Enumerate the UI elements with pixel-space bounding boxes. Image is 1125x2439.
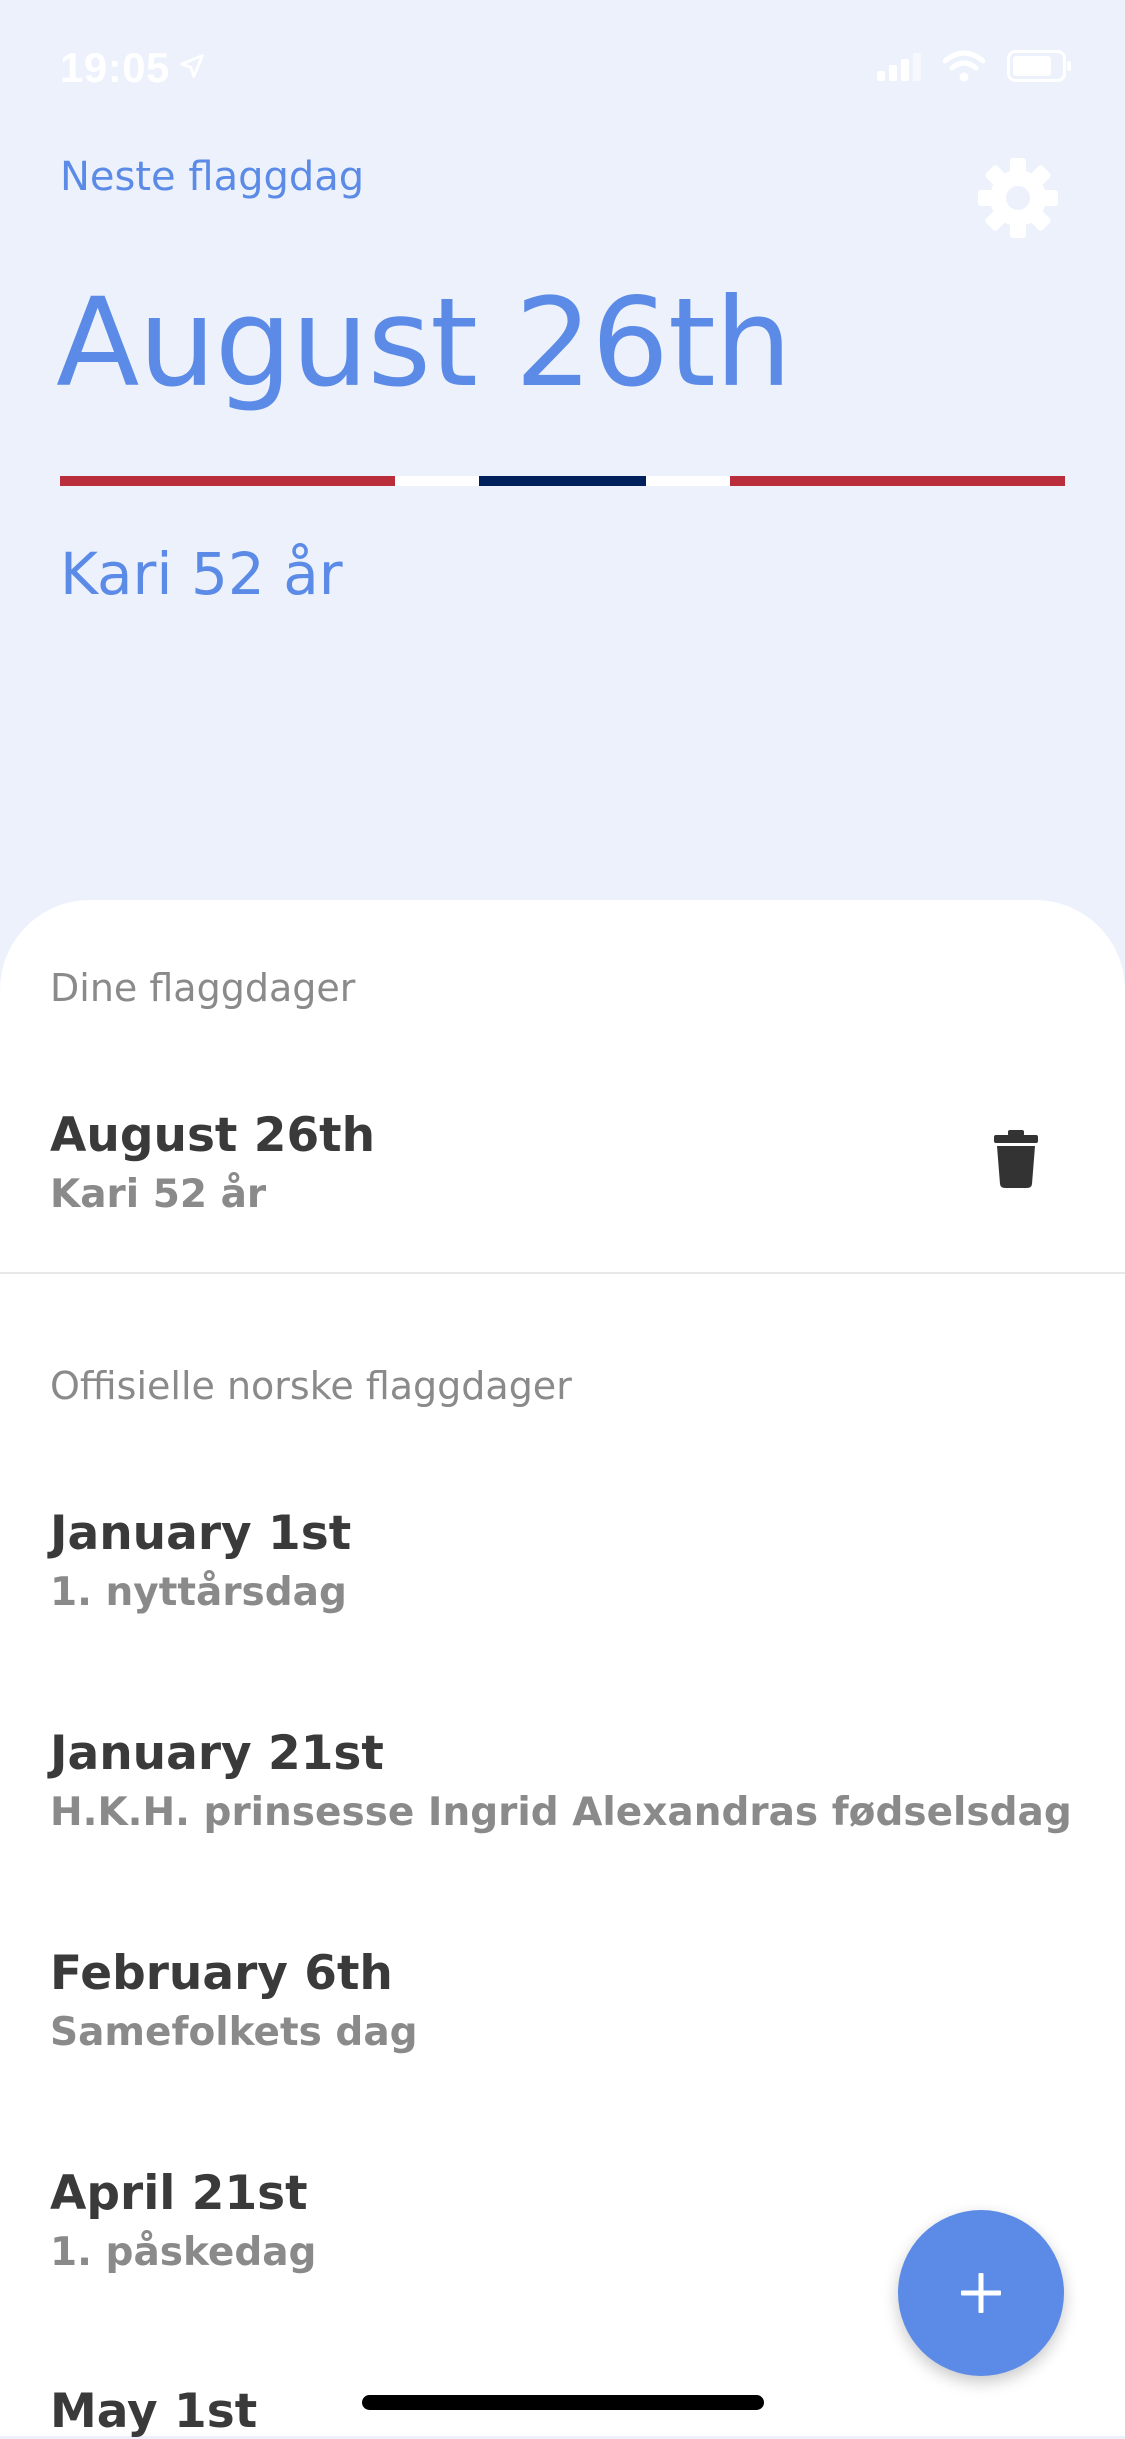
status-time: 19:05 bbox=[60, 42, 206, 92]
norwegian-flag-stripe bbox=[60, 476, 1065, 486]
trash-icon[interactable] bbox=[994, 1130, 1038, 1188]
status-time-text: 19:05 bbox=[60, 44, 170, 91]
item-date: January 21st bbox=[50, 1726, 384, 1781]
item-name: Kari 52 år bbox=[50, 1172, 267, 1217]
item-name: H.K.H. prinsesse Ingrid Alexandras fødse… bbox=[50, 1790, 1072, 1835]
home-indicator[interactable] bbox=[362, 2395, 764, 2410]
gear-icon[interactable] bbox=[976, 156, 1060, 240]
item-date: August 26th bbox=[50, 1108, 376, 1163]
plus-icon bbox=[961, 2273, 1001, 2313]
next-flag-day-label: Neste flaggdag bbox=[60, 154, 365, 200]
add-flag-day-button[interactable] bbox=[898, 2210, 1064, 2376]
item-date: April 21st bbox=[50, 2166, 308, 2221]
next-flag-day-name: Kari 52 år bbox=[60, 540, 343, 608]
item-name: 1. nyttårsdag bbox=[50, 1570, 347, 1615]
status-icons bbox=[855, 50, 1073, 86]
official-flag-days-header: Offisielle norske flaggdager bbox=[50, 1364, 572, 1408]
status-bar: 19:05 bbox=[0, 0, 1125, 132]
next-flag-day-date: August 26th bbox=[56, 272, 792, 414]
item-date: February 6th bbox=[50, 1946, 393, 2001]
item-date: May 1st bbox=[50, 2384, 258, 2439]
item-date: January 1st bbox=[50, 1506, 352, 1561]
battery-icon bbox=[1007, 50, 1073, 86]
my-flag-days-header: Dine flaggdager bbox=[50, 966, 356, 1010]
location-arrow-icon bbox=[178, 42, 206, 90]
item-name: Samefolkets dag bbox=[50, 2010, 418, 2055]
cellular-signal-icon bbox=[877, 51, 921, 85]
section-divider bbox=[0, 1272, 1125, 1274]
wifi-icon bbox=[942, 50, 986, 86]
item-name: 1. påskedag bbox=[50, 2230, 317, 2275]
